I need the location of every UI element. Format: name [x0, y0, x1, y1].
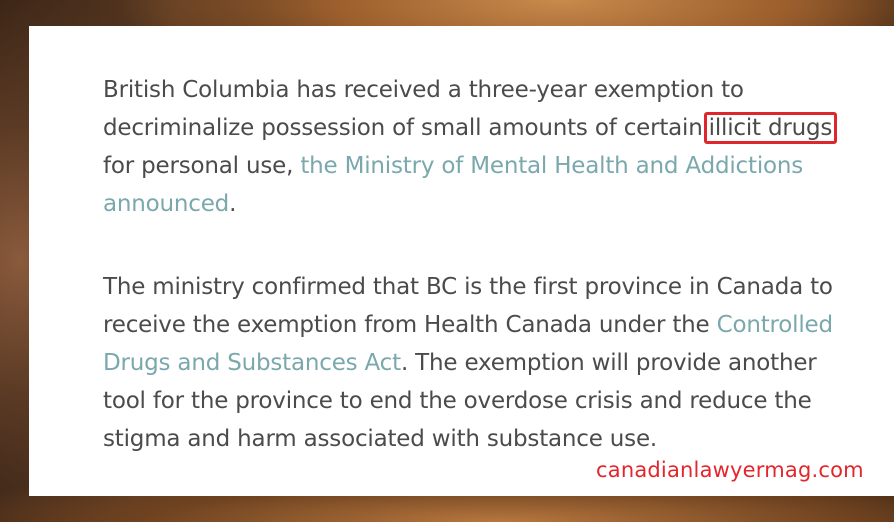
article-paragraph-1: British Columbia has received a three-ye… [103, 71, 863, 223]
paragraph-text: British Columbia has received a three-ye… [103, 77, 744, 141]
paragraph-text: . [229, 191, 237, 217]
article-card: British Columbia has received a three-ye… [29, 26, 894, 496]
source-watermark: canadianlawyermag.com [596, 458, 864, 482]
article-paragraph-2: The ministry confirmed that BC is the fi… [103, 268, 863, 458]
highlighted-phrase: illicit drugs [703, 112, 838, 144]
paragraph-text: for personal use, [103, 153, 301, 179]
